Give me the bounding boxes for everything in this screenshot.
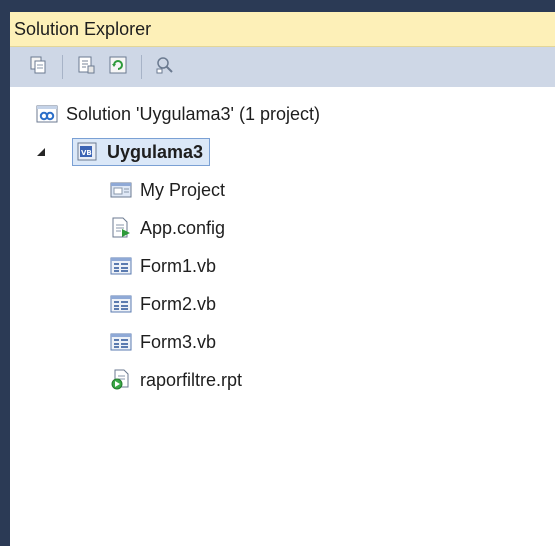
- tree-item-label: Form1.vb: [140, 255, 217, 276]
- properties-icon: [76, 55, 96, 80]
- report-icon: [110, 369, 132, 391]
- tree-node-solution[interactable]: Solution 'Uygulama3' (1 project): [10, 95, 555, 133]
- svg-text:VB: VB: [81, 149, 92, 157]
- solution-explorer-toolbar: [10, 47, 555, 87]
- tree-item-form3[interactable]: Form3.vb: [10, 323, 555, 361]
- properties-button[interactable]: [71, 52, 101, 82]
- solution-explorer-panel: Solution Explorer Solution 'Uygulama3' (…: [10, 12, 555, 546]
- view-class-diagram-button[interactable]: [150, 52, 180, 82]
- form-icon: [110, 331, 132, 353]
- solution-icon: [36, 103, 58, 125]
- tree-item-form2[interactable]: Form2.vb: [10, 285, 555, 323]
- panel-title-bar[interactable]: Solution Explorer: [10, 12, 555, 47]
- tree-node-project[interactable]: VB Uygulama3: [10, 133, 555, 171]
- form-icon: [110, 255, 132, 277]
- tree-item-label: Form2.vb: [140, 293, 217, 314]
- solution-tree: Solution 'Uygulama3' (1 project) VB Uygu…: [10, 87, 555, 399]
- tree-item-label: My Project: [140, 179, 226, 200]
- tree-item-app-config[interactable]: App.config: [10, 209, 555, 247]
- refresh-button[interactable]: [103, 52, 133, 82]
- view-class-diagram-icon: [155, 55, 175, 80]
- expander-expanded-icon[interactable]: [34, 145, 48, 159]
- panel-title: Solution Explorer: [14, 18, 152, 39]
- project-label: Uygulama3: [107, 141, 204, 162]
- show-all-files-icon: [29, 55, 49, 80]
- tree-item-form1[interactable]: Form1.vb: [10, 247, 555, 285]
- my-project-icon: [110, 179, 132, 201]
- tree-item-label: Form3.vb: [140, 331, 217, 352]
- form-icon: [110, 293, 132, 315]
- toolbar-separator: [141, 55, 142, 79]
- tree-item-label: raporfiltre.rpt: [140, 369, 243, 390]
- refresh-icon: [108, 55, 128, 80]
- tree-item-my-project[interactable]: My Project: [10, 171, 555, 209]
- config-file-icon: [110, 217, 132, 239]
- show-all-files-button[interactable]: [24, 52, 54, 82]
- vb-project-icon: VB: [77, 141, 99, 163]
- solution-label: Solution 'Uygulama3' (1 project): [66, 103, 320, 124]
- project-selection: VB Uygulama3: [72, 138, 211, 166]
- tree-item-label: App.config: [140, 217, 226, 238]
- toolbar-separator: [62, 55, 63, 79]
- tree-item-raporfiltre[interactable]: raporfiltre.rpt: [10, 361, 555, 399]
